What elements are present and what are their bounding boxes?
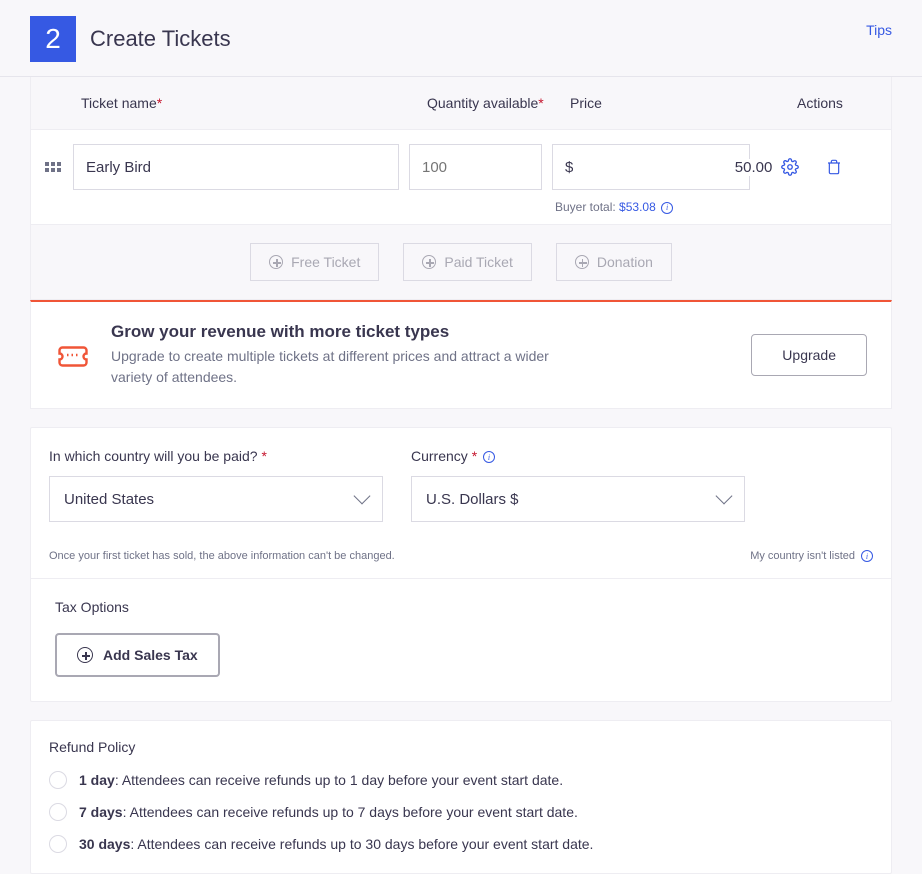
column-header-price: Price	[570, 95, 777, 111]
ticket-price-input-wrap[interactable]: $	[552, 144, 750, 190]
currency-select[interactable]: U.S. Dollars $	[411, 476, 745, 522]
refund-option-1day[interactable]: 1 day: Attendees can receive refunds up …	[49, 771, 873, 789]
step-title: Create Tickets	[90, 26, 231, 52]
info-icon: i	[861, 550, 873, 562]
country-select[interactable]: United States	[49, 476, 383, 522]
drag-handle-icon[interactable]	[45, 162, 63, 172]
chevron-down-icon	[716, 488, 733, 505]
payment-lock-note: Once your first ticket has sold, the abo…	[49, 550, 395, 562]
ticket-quantity-input[interactable]	[409, 144, 542, 190]
step-header: 2 Create Tickets Tips	[0, 0, 922, 77]
refund-option-7days[interactable]: 7 days: Attendees can receive refunds up…	[49, 803, 873, 821]
radio-icon	[49, 803, 67, 821]
buyer-total-label: Buyer total: $53.08 i	[45, 200, 877, 214]
ticket-name-input[interactable]	[73, 144, 399, 190]
ticket-price-input[interactable]	[573, 159, 772, 176]
ticket-row: $ Buyer total: $53.08 i	[30, 130, 892, 225]
trash-icon	[826, 158, 842, 176]
plus-icon	[269, 255, 283, 269]
step-number-badge: 2	[30, 16, 76, 62]
ticket-delete-button[interactable]	[824, 157, 844, 177]
info-icon[interactable]: i	[661, 202, 673, 214]
column-header-actions: Actions	[777, 95, 871, 111]
refund-policy-title: Refund Policy	[49, 739, 873, 755]
ticket-settings-button[interactable]	[780, 157, 800, 177]
buyer-total-amount: $53.08	[619, 200, 656, 214]
radio-icon	[49, 835, 67, 853]
currency-symbol: $	[565, 159, 573, 176]
add-sales-tax-button[interactable]: Add Sales Tax	[55, 633, 220, 677]
radio-icon	[49, 771, 67, 789]
add-ticket-bar: Free Ticket Paid Ticket Donation	[30, 225, 892, 300]
ticket-icon	[55, 337, 91, 373]
plus-icon	[422, 255, 436, 269]
plus-icon	[575, 255, 589, 269]
currency-label: Currency * i	[411, 448, 745, 464]
upsell-title: Grow your revenue with more ticket types	[111, 322, 731, 342]
add-free-ticket-button[interactable]: Free Ticket	[250, 243, 379, 281]
gear-icon	[781, 158, 799, 176]
ticket-table-header: Ticket name* Quantity available* Price A…	[30, 77, 892, 130]
column-header-name: Ticket name*	[81, 95, 427, 111]
upsell-subtitle: Upgrade to create multiple tickets at di…	[111, 346, 581, 388]
country-label: In which country will you be paid? *	[49, 448, 383, 464]
payment-settings-panel: In which country will you be paid? * Uni…	[30, 427, 892, 702]
refund-option-30days[interactable]: 30 days: Attendees can receive refunds u…	[49, 835, 873, 853]
add-donation-button[interactable]: Donation	[556, 243, 672, 281]
tax-options-title: Tax Options	[55, 599, 867, 615]
refund-policy-panel: Refund Policy 1 day: Attendees can recei…	[30, 720, 892, 874]
country-not-listed-link[interactable]: My country isn't listed i	[750, 550, 873, 562]
upsell-banner: Grow your revenue with more ticket types…	[30, 300, 892, 409]
chevron-down-icon	[354, 488, 371, 505]
add-paid-ticket-button[interactable]: Paid Ticket	[403, 243, 531, 281]
column-header-quantity: Quantity available*	[427, 95, 570, 111]
info-icon[interactable]: i	[483, 451, 495, 463]
tips-link[interactable]: Tips	[866, 22, 892, 38]
upgrade-button[interactable]: Upgrade	[751, 334, 867, 376]
plus-icon	[77, 647, 93, 663]
